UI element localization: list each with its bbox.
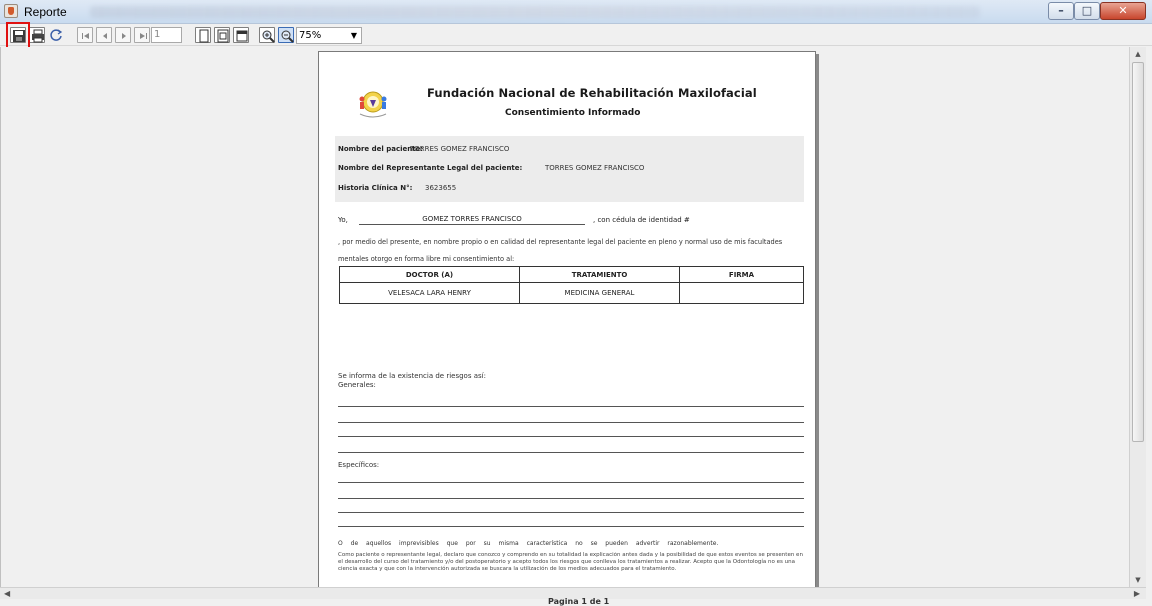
line xyxy=(338,452,804,453)
maximize-button[interactable]: □ xyxy=(1074,2,1100,20)
line xyxy=(338,482,804,483)
header-signature: FIRMA xyxy=(679,266,804,283)
first-page-icon[interactable] xyxy=(77,27,93,43)
consent-paragraph: , por medio del presente, en nombre prop… xyxy=(338,238,783,263)
page-width-icon[interactable] xyxy=(214,27,230,43)
header-doctor: DOCTOR (A) xyxy=(339,266,520,283)
zoom-in-icon[interactable] xyxy=(259,27,275,43)
cedula-text: , con cédula de identidad # xyxy=(593,216,690,224)
page-number-input[interactable]: 1 xyxy=(151,27,182,43)
line xyxy=(338,512,804,513)
zoom-out-icon[interactable] xyxy=(278,27,294,43)
line xyxy=(338,498,804,499)
declaration-paragraph: Como paciente o representante legal, dec… xyxy=(338,552,803,572)
window-title: Reporte xyxy=(24,5,67,19)
cell-treatment: MEDICINA GENERAL xyxy=(519,282,680,304)
document-title: Fundación Nacional de Rehabilitación Max… xyxy=(427,86,757,100)
line xyxy=(338,526,804,527)
minimize-button[interactable]: – xyxy=(1048,2,1074,20)
last-page-icon[interactable] xyxy=(134,27,150,43)
close-button[interactable]: ✕ xyxy=(1100,2,1146,20)
single-page-icon[interactable] xyxy=(195,27,211,43)
history-value: 3623655 xyxy=(425,184,457,192)
status-bar: Pagina 1 de 1 xyxy=(0,597,1152,606)
representative-label: Nombre del Representante Legal del pacie… xyxy=(338,164,523,172)
vertical-scrollbar[interactable]: ▲ ▼ xyxy=(1129,47,1146,587)
foundation-logo xyxy=(359,91,387,118)
scroll-down-icon[interactable]: ▼ xyxy=(1130,573,1146,587)
line xyxy=(338,422,804,423)
treatment-table: DOCTOR (A) TRATAMIENTO FIRMA VELESACA LA… xyxy=(339,266,804,304)
patient-value: TORRES GOMEZ FRANCISCO xyxy=(410,145,510,153)
general-label: Generales: xyxy=(338,381,376,389)
previous-page-icon[interactable] xyxy=(96,27,112,43)
table-row: VELESACA LARA HENRY MEDICINA GENERAL xyxy=(339,282,804,304)
app-icon xyxy=(4,4,18,18)
report-page: Fundación Nacional de Rehabilitación Max… xyxy=(318,51,816,587)
cell-doctor: VELESACA LARA HENRY xyxy=(339,282,520,304)
history-label: Historia Clínica N°: xyxy=(338,184,413,192)
consenter-name: GOMEZ TORRES FRANCISCO xyxy=(359,215,585,225)
patient-info-box: Nombre del paciente: TORRES GOMEZ FRANCI… xyxy=(335,136,804,202)
risks-section: Se informa de la existencia de riesgos a… xyxy=(338,372,486,390)
scroll-up-icon[interactable]: ▲ xyxy=(1130,47,1146,61)
print-icon[interactable] xyxy=(29,27,45,43)
header-treatment: TRATAMIENTO xyxy=(519,266,680,283)
table-header-row: DOCTOR (A) TRATAMIENTO FIRMA xyxy=(339,266,804,283)
representative-value: TORRES GOMEZ FRANCISCO xyxy=(545,164,645,172)
title-bar: Reporte – □ ✕ xyxy=(0,0,1152,24)
unforeseen-paragraph: O de aquellos imprevisibles que por su m… xyxy=(338,540,719,547)
report-viewer: Fundación Nacional de Rehabilitación Max… xyxy=(0,47,1129,587)
scroll-thumb[interactable] xyxy=(1132,62,1144,442)
document-subtitle: Consentimiento Informado xyxy=(505,108,641,118)
risks-intro: Se informa de la existencia de riesgos a… xyxy=(338,372,486,380)
chevron-down-icon: ▼ xyxy=(350,31,357,40)
save-highlight xyxy=(6,22,30,50)
specific-label: Específicos: xyxy=(338,461,380,469)
line xyxy=(338,436,804,437)
next-page-icon[interactable] xyxy=(115,27,131,43)
zoom-value: 75% xyxy=(299,30,322,41)
zoom-select[interactable]: 75% ▼ xyxy=(296,27,362,44)
refresh-icon[interactable] xyxy=(48,27,64,43)
blurred-title-area xyxy=(90,6,980,18)
page-count-text: Pagina 1 de 1 xyxy=(548,597,610,606)
yo-label: Yo, xyxy=(338,216,348,224)
line xyxy=(338,406,804,407)
cell-signature xyxy=(679,282,804,304)
whole-page-icon[interactable] xyxy=(233,27,249,43)
